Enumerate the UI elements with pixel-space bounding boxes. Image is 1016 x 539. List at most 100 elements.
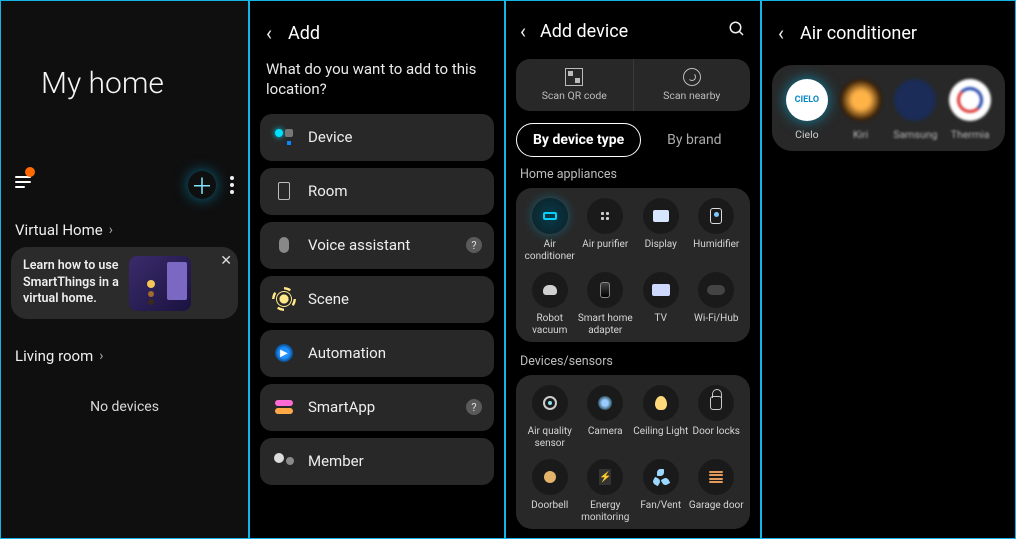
tab-by-brand[interactable]: By brand bbox=[651, 123, 737, 157]
tile-garage-door[interactable]: Garage door bbox=[689, 459, 745, 523]
header: ‹ Add device bbox=[506, 1, 760, 53]
item-label: SmartApp bbox=[308, 398, 375, 416]
notification-badge-icon bbox=[25, 167, 35, 177]
help-icon[interactable]: ? bbox=[466, 237, 482, 253]
tile-door-locks[interactable]: Door locks bbox=[689, 385, 745, 449]
brand-cielo[interactable]: CIELO Cielo bbox=[786, 79, 828, 141]
tile-air-purifier[interactable]: Air purifier bbox=[578, 198, 634, 262]
tile-camera[interactable]: Camera bbox=[578, 385, 634, 449]
scan-nearby-button[interactable]: Scan nearby bbox=[633, 59, 751, 111]
hamburger-menu-button[interactable] bbox=[15, 173, 39, 191]
tile-humidifier[interactable]: Humidifier bbox=[689, 198, 745, 262]
tile-air-conditioner[interactable]: Air conditioner bbox=[522, 198, 578, 262]
more-options-button[interactable] bbox=[230, 175, 234, 195]
header: ‹ Air conditioner bbox=[762, 1, 1015, 53]
item-label: Device bbox=[308, 128, 352, 146]
chevron-right-icon: › bbox=[109, 222, 113, 238]
garage-icon bbox=[698, 459, 734, 495]
page-title: Air conditioner bbox=[800, 23, 917, 44]
search-button[interactable] bbox=[728, 20, 746, 43]
tile-display[interactable]: Display bbox=[633, 198, 689, 262]
add-automation-item[interactable]: ▶ Automation bbox=[260, 330, 494, 377]
screen-add-device: ‹ Add device Scan QR code Scan nearby By… bbox=[505, 0, 761, 539]
scan-options: Scan QR code Scan nearby bbox=[516, 59, 750, 111]
automation-icon: ▶ bbox=[274, 343, 294, 363]
brand-label: Thermia bbox=[951, 128, 990, 141]
add-device-item[interactable]: Device bbox=[260, 114, 494, 161]
air-conditioner-icon bbox=[532, 198, 568, 234]
item-label: Voice assistant bbox=[308, 236, 410, 254]
brand-grid: CIELO Cielo Kiri Samsung Thermia bbox=[772, 65, 1005, 151]
devices-sensors-grid: Air quality sensor Camera Ceiling Light … bbox=[516, 375, 750, 529]
page-title: Add device bbox=[540, 21, 628, 42]
screen-add: ‹ Add What do you want to add to this lo… bbox=[249, 0, 505, 539]
living-room-label: Living room bbox=[15, 347, 93, 365]
scan-qr-button[interactable]: Scan QR code bbox=[516, 59, 633, 111]
virtual-home-tip-card[interactable]: Learn how to use SmartThings in a virtua… bbox=[11, 247, 238, 319]
device-icon bbox=[274, 127, 294, 147]
air-quality-icon bbox=[532, 385, 568, 421]
add-smartapp-item[interactable]: SmartApp ? bbox=[260, 384, 494, 431]
energy-icon: ⚡ bbox=[587, 459, 623, 495]
tip-text: Learn how to use SmartThings in a virtua… bbox=[23, 258, 119, 309]
add-button[interactable]: ＋ bbox=[188, 171, 216, 199]
tile-wifi-hub[interactable]: Wi-Fi/Hub bbox=[689, 272, 745, 336]
hamburger-icon bbox=[15, 181, 31, 183]
add-scene-item[interactable]: Scene bbox=[260, 276, 494, 323]
qr-code-icon bbox=[565, 68, 583, 86]
brand-logo-icon bbox=[894, 79, 936, 121]
brand-logo-icon bbox=[949, 79, 991, 121]
home-appliances-grid: Air conditioner Air purifier Display Hum… bbox=[516, 188, 750, 342]
tip-illustration-icon bbox=[129, 256, 191, 311]
humidifier-icon bbox=[698, 198, 734, 234]
smartapp-icon bbox=[274, 397, 294, 417]
member-icon bbox=[274, 451, 294, 471]
back-button[interactable]: ‹ bbox=[266, 21, 272, 45]
camera-icon bbox=[587, 385, 623, 421]
tile-smart-home-adapter[interactable]: Smart home adapter bbox=[578, 272, 634, 336]
light-icon bbox=[643, 385, 679, 421]
tile-tv[interactable]: TV bbox=[633, 272, 689, 336]
sun-icon bbox=[274, 289, 294, 309]
add-room-item[interactable]: Room bbox=[260, 168, 494, 215]
back-button[interactable]: ‹ bbox=[520, 19, 526, 43]
tile-energy-monitoring[interactable]: ⚡Energy monitoring bbox=[578, 459, 634, 523]
fan-icon bbox=[643, 459, 679, 495]
tile-ceiling-light[interactable]: Ceiling Light bbox=[633, 385, 689, 449]
page-title: Add bbox=[288, 23, 320, 44]
category-devices-sensors: Devices/sensors bbox=[506, 350, 760, 375]
tv-icon bbox=[643, 272, 679, 308]
tile-fan-vent[interactable]: Fan/Vent bbox=[633, 459, 689, 523]
brand-label: Samsung bbox=[893, 128, 937, 141]
four-screen-walkthrough: My home ＋ Virtual Home › Learn how to us… bbox=[0, 0, 1016, 539]
no-devices-label: No devices bbox=[1, 399, 248, 415]
screen-my-home: My home ＋ Virtual Home › Learn how to us… bbox=[0, 0, 249, 539]
tile-robot-vacuum[interactable]: Robot vacuum bbox=[522, 272, 578, 336]
brand-label: Kiri bbox=[853, 128, 868, 141]
add-member-item[interactable]: Member bbox=[260, 438, 494, 485]
virtual-home-header[interactable]: Virtual Home › bbox=[15, 221, 234, 239]
wifi-hub-icon bbox=[698, 272, 734, 308]
tab-by-device-type[interactable]: By device type bbox=[516, 123, 641, 157]
microphone-icon bbox=[274, 235, 294, 255]
brand-item[interactable]: Kiri bbox=[840, 79, 882, 141]
brand-logo-icon bbox=[840, 79, 882, 121]
display-icon bbox=[643, 198, 679, 234]
help-icon[interactable]: ? bbox=[466, 399, 482, 415]
tile-air-quality-sensor[interactable]: Air quality sensor bbox=[522, 385, 578, 449]
header: ‹ Add bbox=[250, 1, 504, 53]
scan-nearby-label: Scan nearby bbox=[663, 89, 720, 102]
tile-doorbell[interactable]: Doorbell bbox=[522, 459, 578, 523]
back-button[interactable]: ‹ bbox=[778, 21, 784, 45]
brand-item[interactable]: Thermia bbox=[949, 79, 991, 141]
add-options-list: Device Room Voice assistant ? Scene ▶ Au… bbox=[250, 114, 504, 485]
lock-icon bbox=[698, 385, 734, 421]
brand-item[interactable]: Samsung bbox=[893, 79, 937, 141]
virtual-home-label: Virtual Home bbox=[15, 221, 103, 239]
add-voice-assistant-item[interactable]: Voice assistant ? bbox=[260, 222, 494, 269]
screen-air-conditioner-brands: ‹ Air conditioner CIELO Cielo Kiri Samsu… bbox=[761, 0, 1016, 539]
add-prompt-text: What do you want to add to this location… bbox=[250, 53, 504, 114]
item-label: Member bbox=[308, 452, 364, 470]
close-tip-button[interactable]: ✕ bbox=[220, 253, 232, 269]
living-room-header[interactable]: Living room › bbox=[15, 347, 234, 365]
